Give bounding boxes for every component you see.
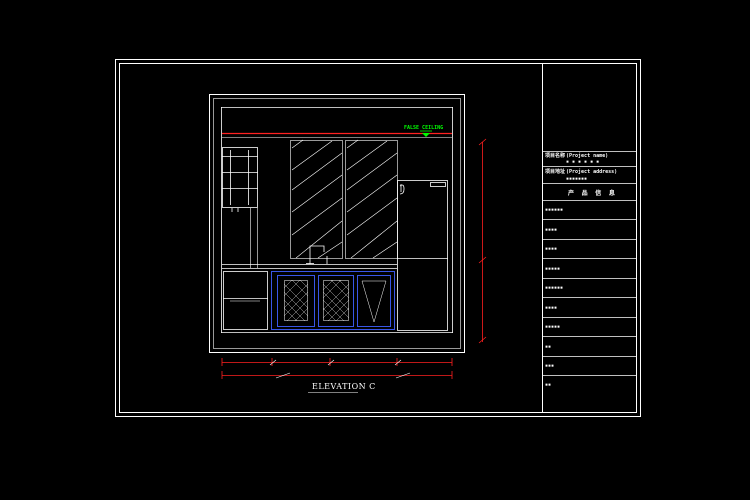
title-row-6: ▪▪▪▪ (545, 305, 557, 311)
glass-panel-right (345, 139, 398, 259)
glass-panel-left (290, 139, 343, 259)
title-row-7: ▪▪▪▪▪ (545, 324, 560, 330)
refrigerator (397, 180, 448, 331)
title-block-text: 项目名称 (Project name) ▪ ▪ ▪ ▪ ▪ ▪ 项目地址 (Pr… (545, 152, 617, 388)
false-ceiling-line (222, 132, 452, 138)
project-name-sub: ▪ ▪ ▪ ▪ ▪ ▪ (566, 159, 599, 165)
sheet-inner-border (119, 63, 637, 413)
project-name-label: 项目名称 (545, 152, 565, 159)
project-address-sub: ▪▪▪▪▪▪▪ (566, 176, 587, 182)
title-row-2: ▪▪▪▪ (545, 227, 557, 233)
product-info-header: 产 品 信 息 (568, 189, 617, 197)
vertical-dimension (478, 138, 487, 344)
project-name-value: (Project name) (566, 152, 608, 159)
title-row-4: ▪▪▪▪▪ (545, 266, 560, 272)
elevation-title: ELEVATION C (312, 382, 376, 391)
room-outline (221, 107, 453, 333)
horizontal-dimensions (221, 358, 453, 379)
side-column (250, 208, 258, 268)
project-address-value: (Project address) (566, 168, 617, 175)
lower-cabinet-left (223, 271, 268, 330)
sheet-outer-border (115, 59, 641, 417)
faucet (306, 245, 328, 264)
title-row-8: ▪▪ (545, 344, 551, 350)
upper-wall-cabinet (222, 147, 258, 212)
title-row-9: ▪▪▪ (545, 363, 554, 369)
door-lattice (283, 279, 350, 322)
title-row-5: ▪▪▪▪▪▪ (545, 285, 563, 291)
false-ceiling-label: FALSE CEILING (404, 125, 443, 131)
cad-drawing-canvas[interactable]: 项目名称 (Project name) ▪ ▪ ▪ ▪ ▪ ▪ 项目地址 (Pr… (0, 0, 750, 500)
project-address-label: 项目地址 (545, 168, 565, 175)
title-row-3: ▪▪▪▪ (545, 246, 557, 252)
countertop (222, 264, 397, 269)
title-block (542, 151, 636, 376)
title-row-10: ▪▪ (545, 382, 551, 388)
title-row-1: ▪▪▪▪▪▪ (545, 207, 563, 213)
